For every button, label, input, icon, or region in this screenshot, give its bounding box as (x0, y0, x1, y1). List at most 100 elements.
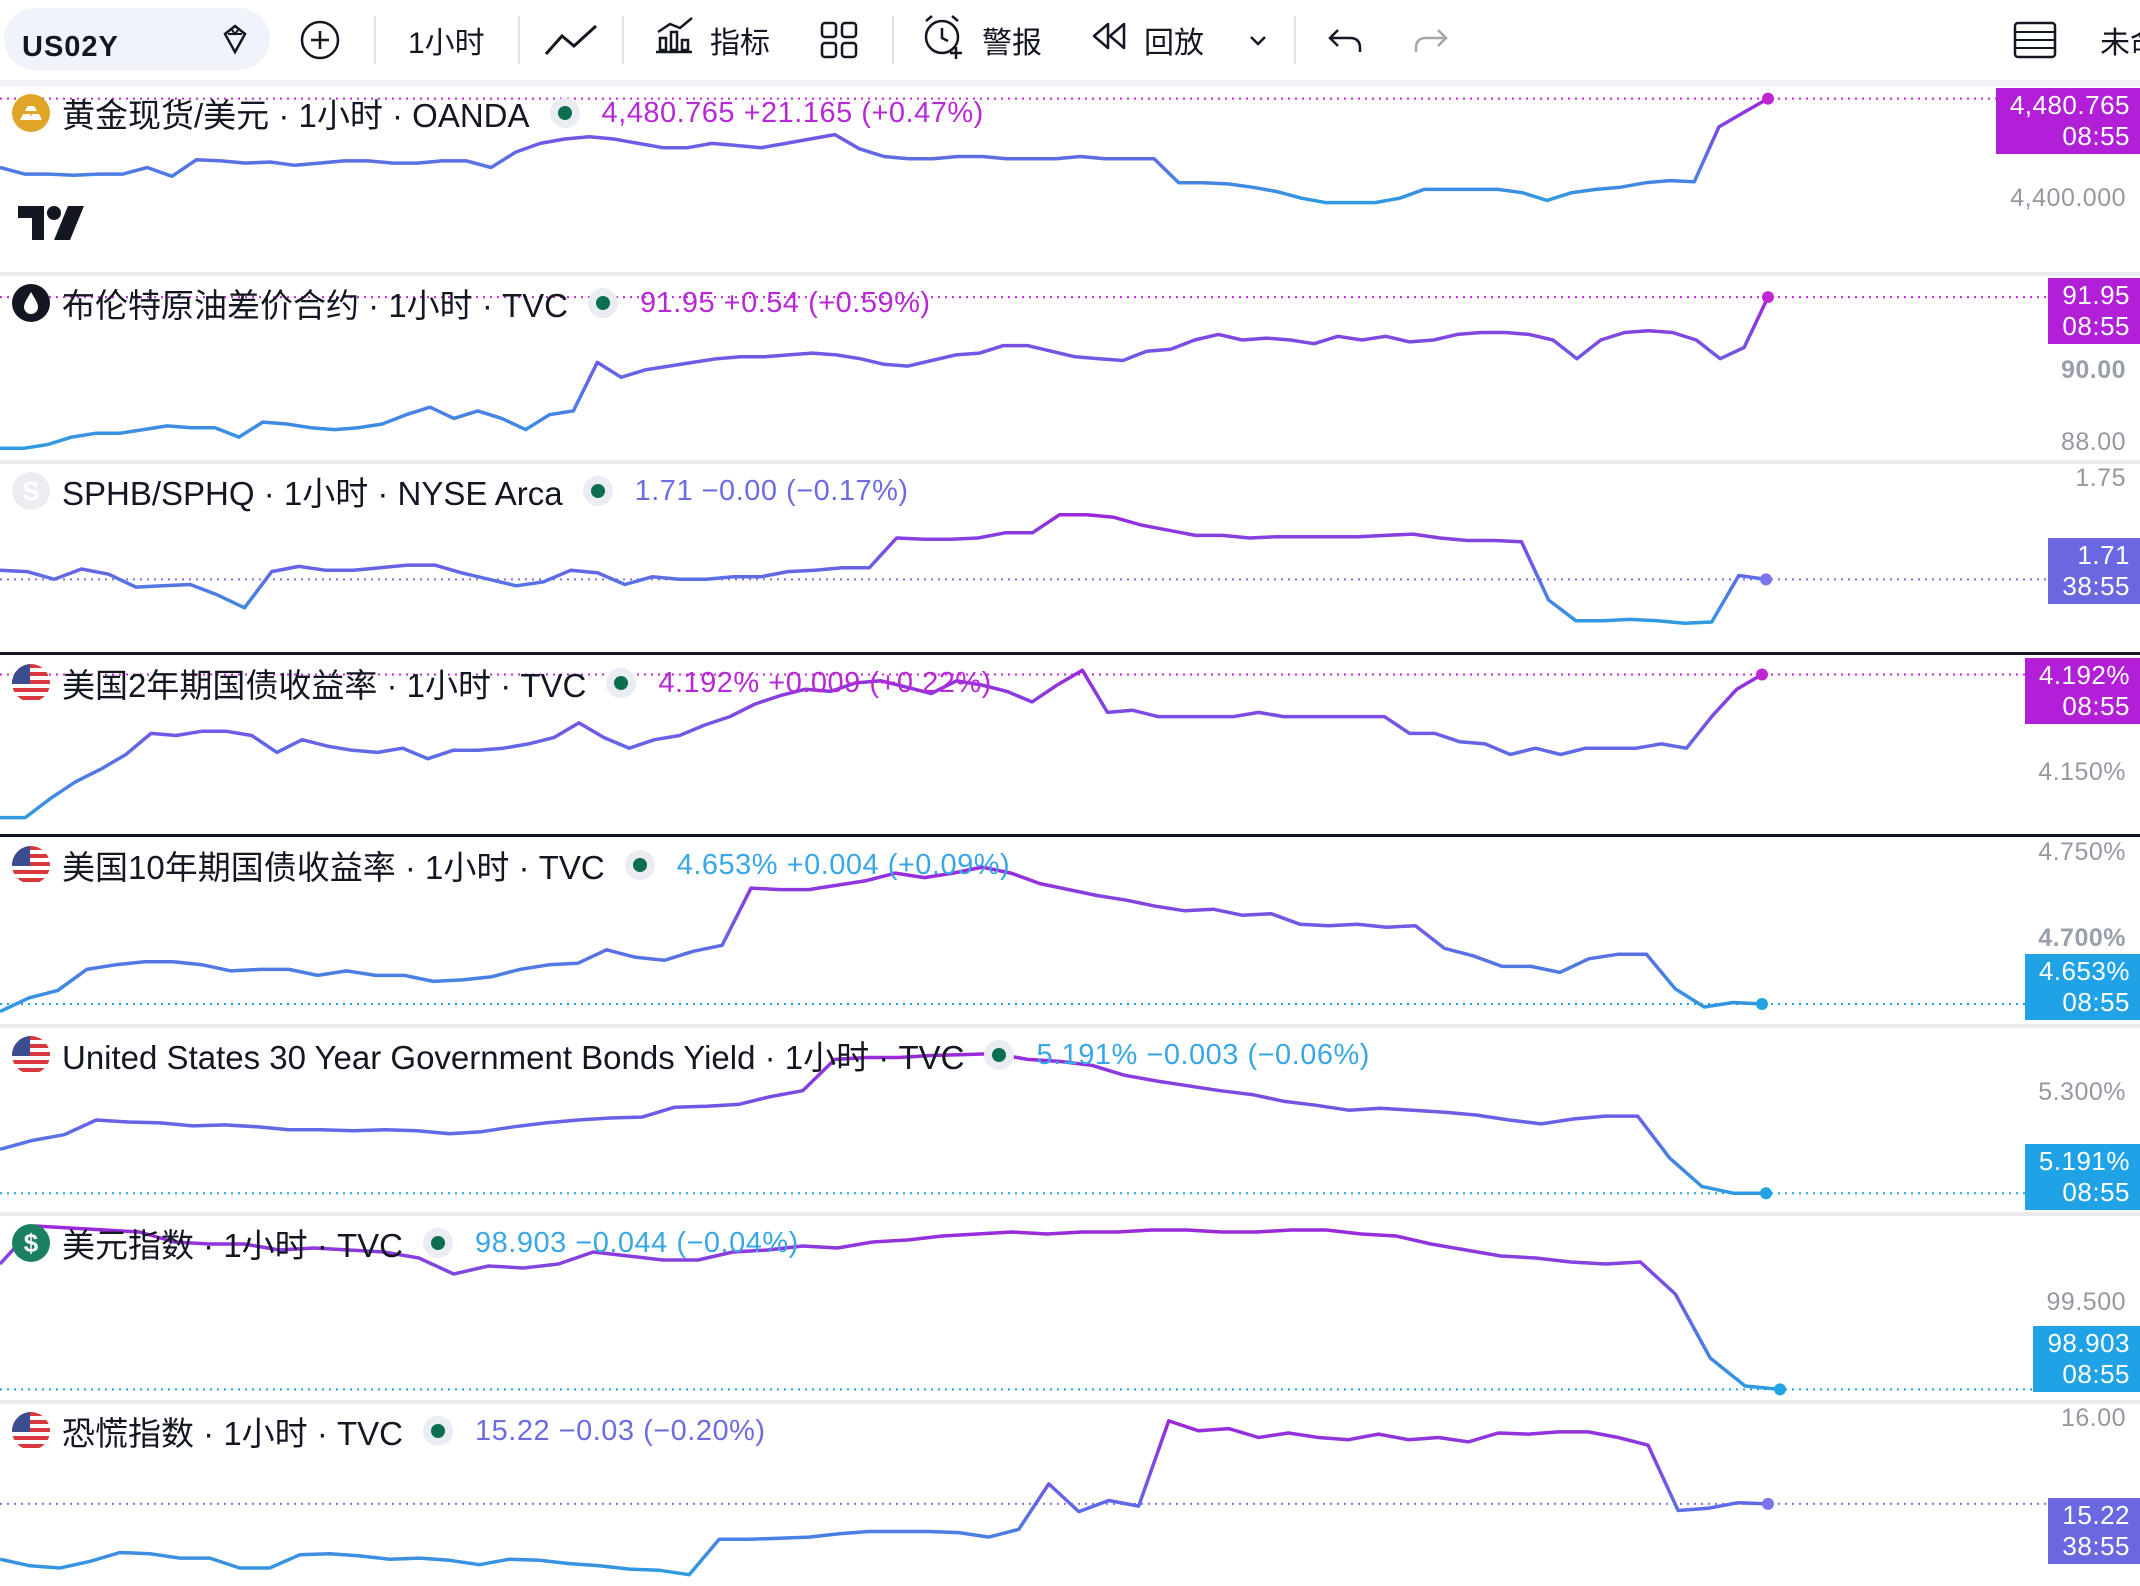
alert-label: 警报 (982, 27, 1042, 60)
indicators-button[interactable]: 指标 (652, 0, 770, 80)
symbol-search-box[interactable]: US02Y (4, 8, 270, 70)
market-status-icon (984, 1040, 1015, 1070)
chart-pane-8[interactable]: 16.00 15.22 38:55 恐慌指数 · 1小时 · TVC 15.22 −0.… (0, 1404, 2140, 1586)
last-price-tag: 4.653% 08:55 (2024, 954, 2140, 1020)
series-values: 98.903 −0.044 (−0.04%) (475, 1226, 799, 1259)
series-title: SPHB/SPHQ · 1小时 · NYSE Arca (62, 475, 563, 512)
interval-button[interactable]: 1小时 (408, 0, 485, 80)
series-title: 美国10年期国债收益率 · 1小时 · TVC (62, 849, 605, 886)
series-title: 黄金现货/美元 · 1小时 · OANDA (62, 97, 530, 134)
last-price-tag: 4.192% 08:55 (2024, 658, 2140, 724)
indicators-icon (652, 16, 696, 64)
price-tag-value: 15.22 (2062, 1500, 2130, 1530)
chart-pane-2[interactable]: 90.00 88.00 91.95 08:55 布伦特原油差价合约 · 1小时 · TV… (0, 276, 2140, 460)
market-status-icon (582, 476, 613, 506)
replay-button[interactable]: 回放 (1090, 0, 1204, 80)
gold-bars-icon (12, 94, 50, 132)
price-tag-countdown: 08:55 (2062, 691, 2130, 721)
chart-pane-6[interactable]: 5.300% 5.191% 08:55 United States 30 Year G… (0, 1028, 2140, 1212)
us-flag-icon (12, 1412, 50, 1450)
price-tag-countdown: 08:55 (2062, 121, 2130, 151)
price-tag-value: 4.653% (2038, 956, 2130, 986)
dollar-sign-icon: $ (12, 1224, 50, 1262)
axis-tick-label: 5.300% (2038, 1078, 2126, 1106)
last-point-marker (1762, 291, 1774, 304)
axis-tick-label: 90.00 (2060, 356, 2126, 384)
series-line (0, 512, 1767, 626)
unnamed-layout-label[interactable]: 未命 (2100, 0, 2140, 80)
series-values: 4.192% +0.009 (+0.22%) (658, 666, 992, 699)
undo-icon[interactable] (1326, 0, 1366, 80)
price-tag-value: 1.71 (2077, 540, 2130, 570)
chart-pane-3[interactable]: 1.75 1.71 38:55 S SPHB/SPHQ · 1小时 · NYSE Arc… (0, 464, 2140, 652)
price-tag-countdown: 38:55 (2062, 1531, 2130, 1561)
axis-tick-label: 4.700% (2038, 924, 2126, 952)
chart-type-line-icon[interactable] (542, 0, 602, 80)
chevron-down-icon[interactable] (1246, 0, 1270, 80)
series-values: 1.71 −0.00 (−0.17%) (634, 474, 909, 507)
chart-pane-4[interactable]: 4.150% 4.192% 08:55 美国2年期国债收益率 · 1小时 · TVC 4… (0, 656, 2140, 834)
price-tag-countdown: 08:55 (2062, 1177, 2130, 1207)
last-price-tag: 91.95 08:55 (2048, 278, 2140, 344)
layout-grid-icon[interactable] (818, 0, 860, 80)
us-flag-icon (12, 846, 50, 884)
series-legend[interactable]: 美国10年期国债收益率 · 1小时 · TVC 4.653% +0.004 (+0… (12, 840, 1010, 890)
s-letter-icon: S (12, 472, 50, 510)
series-title: 布伦特原油差价合约 · 1小时 · TVC (62, 287, 569, 324)
last-point-marker (1762, 1497, 1774, 1510)
alert-button[interactable]: 警报 (918, 0, 1042, 80)
favorite-icon[interactable] (210, 14, 260, 64)
price-tag-countdown: 08:55 (2062, 987, 2130, 1017)
tradingview-logo-icon[interactable] (18, 206, 88, 247)
market-status-icon (549, 98, 580, 128)
last-point-marker (1760, 1187, 1772, 1200)
chart-pane-7[interactable]: 99.500 98.903 08:55 $ 美元指数 · 1小时 · TVC 98.903… (0, 1216, 2140, 1400)
add-symbol-icon[interactable] (296, 0, 344, 80)
axis-tick-label: 4.150% (2038, 758, 2126, 786)
market-status-icon (423, 1416, 454, 1446)
series-legend[interactable]: 黄金现货/美元 · 1小时 · OANDA 4,480.765 +21.165 (… (12, 88, 984, 138)
price-tag-value: 4.192% (2038, 660, 2130, 690)
series-legend[interactable]: 恐慌指数 · 1小时 · TVC 15.22 −0.03 (−0.20%) (12, 1406, 766, 1456)
last-price-tag: 98.903 08:55 (2033, 1326, 2140, 1392)
price-tag-value: 91.95 (2062, 280, 2130, 310)
chart-pane-5[interactable]: 4.750% 4.700% 4.653% 08:55 美国10年期国债收益率 · 1小时… (0, 838, 2140, 1024)
axis-tick-label: 88.00 (2060, 428, 2126, 456)
axis-tick-label: 4.750% (2038, 838, 2126, 866)
chart-pane-1[interactable]: 4,400.000 4,480.765 08:55 黄金现货/美元 · 1小时 · O… (0, 86, 2140, 272)
series-legend[interactable]: 布伦特原油差价合约 · 1小时 · TVC 91.95 +0.54 (+0.59%… (12, 278, 931, 328)
redo-icon[interactable] (1410, 0, 1450, 80)
last-point-marker (1756, 997, 1768, 1010)
series-legend[interactable]: 美国2年期国债收益率 · 1小时 · TVC 4.192% +0.009 (+0.… (12, 658, 992, 708)
series-legend[interactable]: $ 美元指数 · 1小时 · TVC 98.903 −0.044 (−0.04%) (12, 1218, 799, 1268)
last-point-marker (1756, 668, 1768, 681)
layout-panel-icon[interactable] (2012, 0, 2058, 80)
price-tag-countdown: 08:55 (2062, 311, 2130, 341)
axis-tick-label: 4,400.000 (2010, 184, 2126, 212)
price-tag-countdown: 08:55 (2062, 1359, 2130, 1389)
price-tag-countdown: 38:55 (2062, 571, 2130, 601)
price-tag-value: 98.903 (2047, 1328, 2130, 1358)
alarm-clock-icon (918, 11, 968, 69)
last-point-marker (1760, 573, 1772, 586)
indicators-label: 指标 (710, 27, 770, 60)
market-status-icon (588, 288, 619, 318)
market-status-icon (423, 1228, 454, 1258)
series-legend[interactable]: United States 30 Year Government Bonds Y… (12, 1030, 1370, 1080)
last-price-tag: 15.22 38:55 (2048, 1498, 2140, 1564)
pane-divider[interactable] (0, 834, 2140, 837)
rewind-icon (1090, 18, 1130, 62)
replay-label: 回放 (1144, 27, 1204, 60)
price-tag-value: 4,480.765 (2009, 90, 2130, 120)
series-values: 91.95 +0.54 (+0.59%) (640, 286, 931, 319)
pane-divider[interactable] (0, 652, 2140, 655)
series-title: 美元指数 · 1小时 · TVC (62, 1227, 404, 1264)
market-status-icon (606, 668, 637, 698)
last-price-tag: 4,480.765 08:55 (1995, 88, 2140, 154)
market-status-icon (624, 850, 655, 880)
oil-drop-icon (12, 284, 50, 322)
last-price-tag: 1.71 38:55 (2048, 538, 2140, 604)
last-price-tag: 5.191% 08:55 (2024, 1144, 2140, 1210)
series-legend[interactable]: S SPHB/SPHQ · 1小时 · NYSE Arca 1.71 −0.00 (… (12, 466, 909, 516)
us-flag-icon (12, 1036, 50, 1074)
